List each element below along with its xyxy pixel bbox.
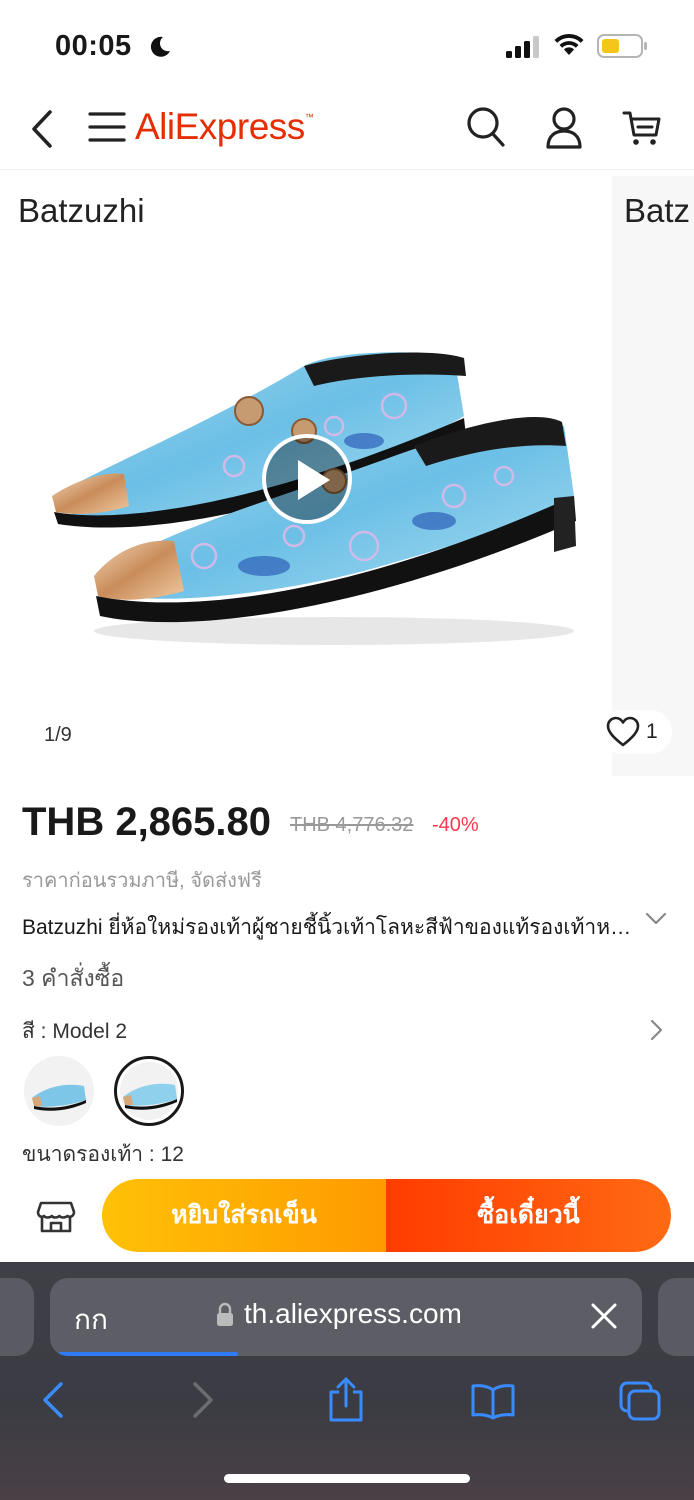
browser-toolbar: กก th.aliexpress.com — [0, 1262, 694, 1500]
play-video-button[interactable] — [262, 434, 352, 524]
buy-now-button[interactable]: ซื้อเดี๋ยวนี้ — [386, 1179, 671, 1252]
purchase-action-bar: หยิบใส่รถเข็น ซื้อเดี๋ยวนี้ — [0, 1170, 694, 1262]
logo-text: AliExpress — [135, 106, 305, 147]
address-bar[interactable]: กก th.aliexpress.com — [50, 1278, 642, 1356]
add-to-cart-button[interactable]: หยิบใส่รถเข็น — [102, 1179, 386, 1252]
signal-icon — [506, 36, 542, 63]
play-icon — [298, 460, 330, 500]
product-title[interactable]: Batzuzhi ยี่ห้อใหม่รองเท้าผู้ชายชี้นิ้วเ… — [22, 911, 632, 944]
gallery-next-slide[interactable]: Batz — [612, 176, 694, 776]
original-price: THB 4,776.32 — [290, 814, 414, 836]
next-tab-preview[interactable] — [658, 1278, 694, 1356]
color-swatch-model-2[interactable] — [114, 1056, 184, 1126]
home-indicator[interactable] — [224, 1474, 470, 1483]
chevron-down-icon[interactable] — [644, 910, 668, 931]
lock-icon — [216, 1302, 234, 1333]
previous-tab-preview[interactable] — [0, 1278, 34, 1356]
wishlist-button[interactable]: 1 — [600, 710, 672, 754]
browser-back-icon[interactable] — [40, 1380, 66, 1425]
wishlist-count: 1 — [646, 720, 658, 743]
top-navbar: AliExpress™ — [0, 92, 694, 170]
gallery-slide[interactable]: Batzuzhi 1/9 — [4, 176, 608, 776]
bookmarks-icon[interactable] — [470, 1382, 516, 1425]
tabs-icon[interactable] — [618, 1380, 662, 1427]
cart-icon[interactable] — [622, 108, 662, 153]
user-icon[interactable] — [545, 106, 583, 155]
aliexpress-logo[interactable]: AliExpress™ — [135, 106, 314, 148]
swatch-thumbnail — [123, 1083, 177, 1110]
slide-brand-label: Batzuzhi — [18, 192, 145, 229]
back-icon[interactable] — [28, 108, 56, 155]
url-text[interactable]: th.aliexpress.com — [244, 1298, 462, 1330]
image-counter: 1/9 — [44, 724, 72, 746]
search-icon[interactable] — [466, 106, 506, 153]
clock: 00:05 — [55, 30, 132, 62]
close-icon[interactable] — [590, 1302, 618, 1335]
heart-icon — [606, 716, 640, 753]
discount-badge: -40% — [432, 814, 479, 836]
current-price: THB 2,865.80 — [22, 800, 272, 844]
shoe-size-label[interactable]: ขนาดรองเท้า : 12 — [22, 1138, 184, 1171]
menu-icon[interactable] — [88, 110, 126, 149]
product-page: 00:05 AliExpress™ Batzuzhi 1/9 Batz 1 TH… — [0, 0, 694, 1500]
share-icon[interactable] — [328, 1376, 364, 1427]
color-swatch-model-1[interactable] — [24, 1056, 94, 1126]
chevron-right-icon[interactable] — [648, 1018, 664, 1047]
product-gallery[interactable]: Batzuzhi 1/9 Batz 1 — [0, 172, 694, 776]
browser-forward-icon[interactable] — [190, 1380, 216, 1425]
page-settings-button[interactable]: กก — [74, 1298, 108, 1342]
order-count: 3 คำสั่งซื้อ — [22, 965, 125, 991]
battery-icon — [597, 34, 649, 63]
moon-icon — [148, 35, 172, 64]
next-slide-brand-label: Batz — [624, 192, 691, 229]
tax-shipping-note: ราคาก่อนรวมภาษี, จัดส่งฟรี — [22, 870, 262, 892]
wifi-icon — [553, 33, 585, 62]
status-bar: 00:05 — [0, 0, 694, 92]
color-selector-label[interactable]: สี : Model 2 — [22, 1015, 127, 1048]
swatch-thumbnail — [32, 1084, 86, 1111]
store-icon[interactable] — [36, 1195, 76, 1240]
page-load-progress — [58, 1352, 238, 1356]
